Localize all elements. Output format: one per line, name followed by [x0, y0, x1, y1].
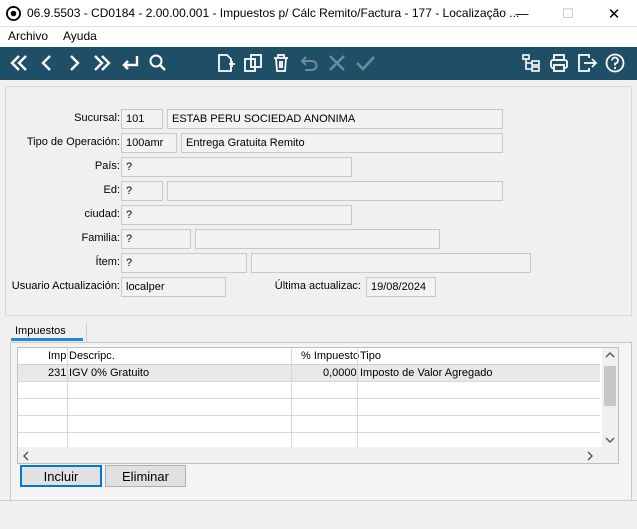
- menu-bar: Archivo Ayuda: [0, 27, 637, 47]
- horizontal-scrollbar[interactable]: [18, 447, 618, 463]
- copy-record-icon[interactable]: [241, 51, 265, 75]
- table-row[interactable]: 231 IGV 0% Gratuito 0,0000 Imposto de Va…: [18, 365, 600, 382]
- scroll-down-icon[interactable]: [605, 436, 615, 444]
- familia-desc-field: [195, 229, 440, 249]
- tab-active-indicator: [11, 338, 83, 341]
- tab-impuestos[interactable]: Impuestos: [11, 324, 87, 344]
- search-icon[interactable]: [146, 51, 170, 75]
- cell-tipo: Imposto de Valor Agregado: [360, 367, 493, 379]
- vertical-scroll-thumb[interactable]: [604, 366, 616, 406]
- maximize-button[interactable]: ☐: [545, 0, 591, 27]
- confirm-icon[interactable]: [353, 51, 377, 75]
- scroll-right-icon[interactable]: [586, 451, 594, 461]
- last-record-icon[interactable]: [90, 51, 114, 75]
- grid-header: Imp Descripc. % Impuesto Tipo: [18, 348, 600, 365]
- status-bar: [0, 500, 637, 529]
- table-row[interactable]: [18, 399, 600, 416]
- menu-ayuda[interactable]: Ayuda: [63, 29, 97, 43]
- tipo-operacion-code-field[interactable]: 100amr: [121, 133, 177, 153]
- header-imp[interactable]: Imp: [48, 350, 66, 362]
- delete-icon[interactable]: [269, 51, 293, 75]
- return-icon[interactable]: [118, 51, 142, 75]
- toolbar: [0, 47, 637, 80]
- undo-icon[interactable]: [297, 51, 321, 75]
- scroll-left-icon[interactable]: [22, 451, 30, 461]
- incluir-button[interactable]: Incluir: [20, 465, 102, 487]
- title-bar: 06.9.5503 - CD0184 - 2.00.00.001 - Impue…: [0, 0, 637, 27]
- tree-view-icon[interactable]: [519, 51, 543, 75]
- tab-body: Imp Descripc. % Impuesto Tipo 231 IGV 0%…: [10, 342, 632, 512]
- usuario-label: Usuario Actualización:: [11, 280, 120, 292]
- item-desc-field: [251, 253, 531, 273]
- item-label: Ítem:: [95, 256, 120, 268]
- pais-label: País:: [94, 160, 120, 172]
- tipo-operacion-desc-field: Entrega Gratuita Remito: [181, 133, 503, 153]
- ed-label: Ed:: [103, 184, 120, 196]
- header-descripc[interactable]: Descripc.: [69, 350, 115, 362]
- ciudad-field[interactable]: ?: [121, 205, 352, 225]
- familia-code-field[interactable]: ?: [121, 229, 191, 249]
- sucursal-code-field[interactable]: 101: [121, 109, 163, 129]
- window-title: 06.9.5503 - CD0184 - 2.00.00.001 - Impue…: [27, 6, 520, 20]
- close-button[interactable]: ✕: [591, 0, 637, 27]
- form-panel: Sucursal: 101 ESTAB PERU SOCIEDAD ANONIM…: [5, 86, 632, 316]
- ultima-actualizacion-label: Última actualizac:: [274, 280, 361, 292]
- cell-imp: 231: [48, 367, 67, 379]
- app-logo-icon: [6, 6, 21, 21]
- column-divider: [357, 348, 358, 448]
- pais-field[interactable]: ?: [121, 157, 352, 177]
- familia-label: Familia:: [81, 232, 120, 244]
- tipo-operacion-label: Tipo de Operación:: [26, 136, 120, 148]
- ultima-actualizacion-field: 19/08/2024: [366, 277, 436, 297]
- first-record-icon[interactable]: [7, 51, 31, 75]
- vertical-scrollbar[interactable]: [602, 348, 618, 448]
- column-divider: [67, 348, 68, 448]
- menu-archivo[interactable]: Archivo: [8, 29, 48, 43]
- sucursal-desc-field: ESTAB PERU SOCIEDAD ANONIMA: [167, 109, 503, 129]
- print-icon[interactable]: [547, 51, 571, 75]
- impuestos-grid: Imp Descripc. % Impuesto Tipo 231 IGV 0%…: [17, 347, 619, 464]
- header-tipo[interactable]: Tipo: [360, 350, 381, 362]
- cell-descripc: IGV 0% Gratuito: [69, 367, 150, 379]
- table-row[interactable]: [18, 416, 600, 433]
- eliminar-button[interactable]: Eliminar: [105, 465, 186, 487]
- usuario-field: localper: [121, 277, 226, 297]
- ed-desc-field: [167, 181, 503, 201]
- cell-impuesto: 0,0000: [323, 367, 357, 379]
- item-code-field[interactable]: ?: [121, 253, 247, 273]
- scroll-up-icon[interactable]: [605, 351, 615, 359]
- cancel-icon[interactable]: [325, 51, 349, 75]
- minimize-button[interactable]: —: [499, 0, 545, 27]
- column-divider: [291, 348, 292, 448]
- table-row[interactable]: [18, 382, 600, 399]
- previous-record-icon[interactable]: [35, 51, 59, 75]
- exit-icon[interactable]: [575, 51, 599, 75]
- help-icon[interactable]: [603, 51, 627, 75]
- sucursal-label: Sucursal:: [74, 112, 120, 124]
- header-impuesto[interactable]: % Impuesto: [301, 350, 359, 362]
- ciudad-label: ciudad:: [84, 208, 120, 220]
- new-record-icon[interactable]: [213, 51, 237, 75]
- ed-code-field[interactable]: ?: [121, 181, 163, 201]
- next-record-icon[interactable]: [62, 51, 86, 75]
